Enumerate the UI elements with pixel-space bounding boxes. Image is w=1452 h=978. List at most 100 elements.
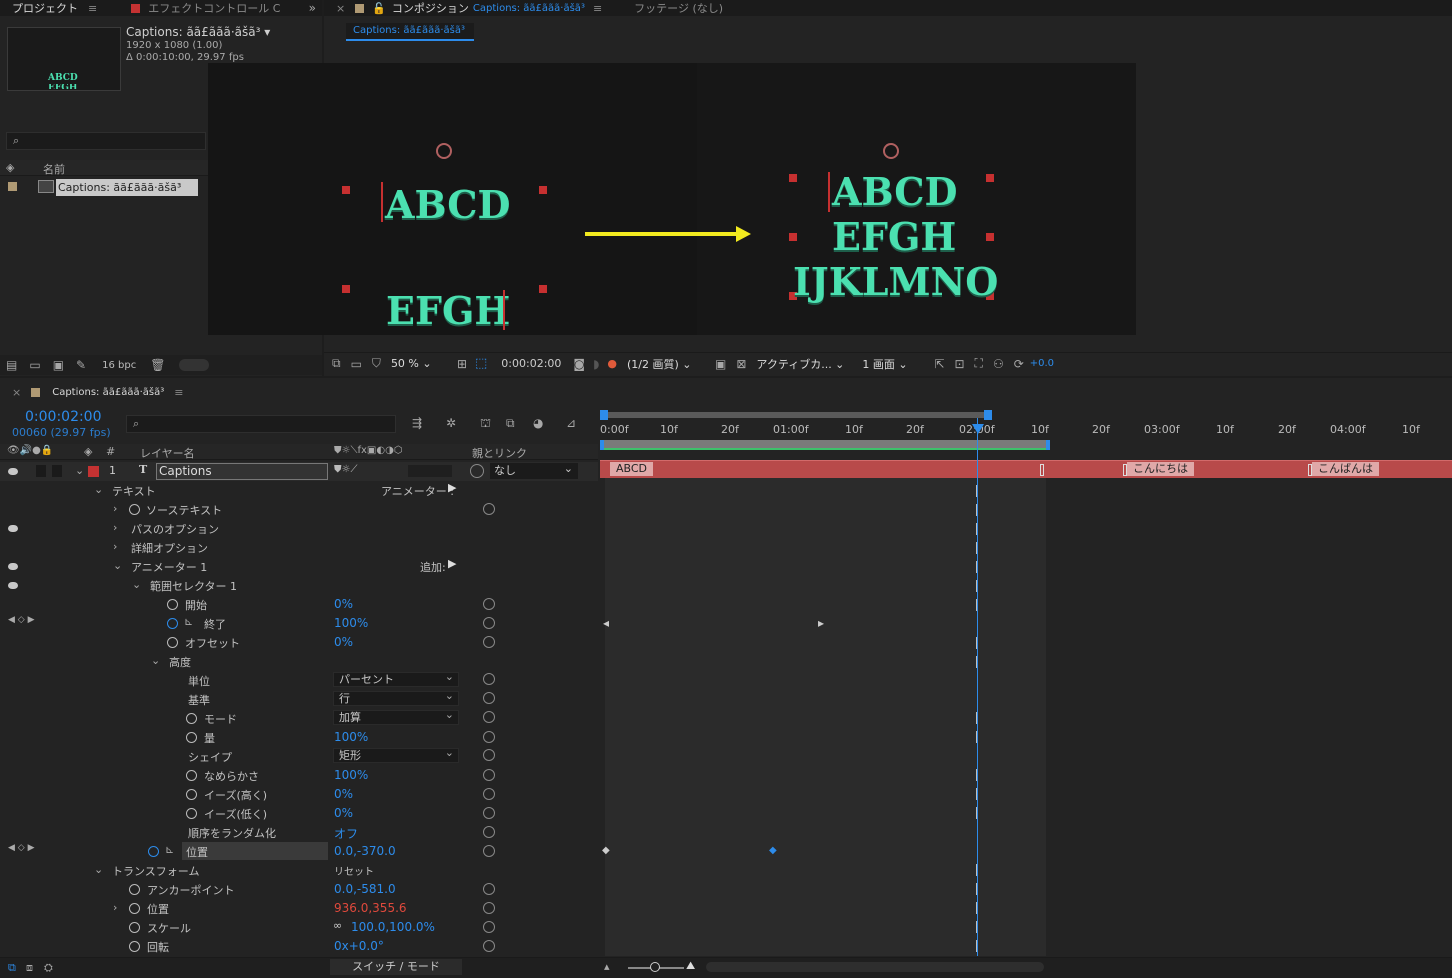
tab-project[interactable]: プロジェクト [12, 0, 78, 16]
stopwatch-icon[interactable] [129, 884, 140, 895]
in-out-toggle-icon[interactable]: ⛭ [44, 961, 53, 975]
clip-marker[interactable] [1040, 464, 1044, 476]
expression-icon[interactable] [483, 749, 495, 761]
prop-more-options[interactable]: 詳細オプション [131, 540, 208, 556]
prop-shape[interactable]: シェイプ [188, 749, 232, 765]
parent-select[interactable]: なし ⌄ [490, 462, 578, 479]
tab-comp-name[interactable]: Captions: ãã£ããã·ãšã³ [473, 3, 585, 14]
keyframe-nav-icon[interactable]: ◀ ◇ ▶ [8, 843, 35, 853]
viewer-timecode[interactable]: 0:00:02:00 [501, 357, 561, 370]
toggle-viewer-lock-icon[interactable]: ⇱ [934, 357, 944, 371]
timeline-tab-label[interactable]: Captions: ãã£ããã·ãšã³ [52, 387, 164, 398]
title-safe-icon[interactable]: ⊞ [457, 357, 467, 371]
clip-marker[interactable] [1308, 464, 1312, 476]
tab-footage[interactable]: フッテージ (なし) [634, 0, 723, 16]
transparency-grid-icon[interactable]: ⊠ [736, 357, 746, 371]
col-name[interactable]: 名前 [43, 161, 65, 177]
caption-line2-after[interactable]: EFGH [832, 218, 956, 256]
expression-icon[interactable] [483, 731, 495, 743]
tab-effect-controls[interactable]: エフェクトコントロール C [148, 0, 280, 16]
prop-advanced[interactable]: 高度 [169, 654, 191, 670]
layer-switch-icons[interactable]: ⛊☼⟋ [334, 464, 357, 475]
trash-icon[interactable]: 🗑 [150, 358, 165, 372]
based-on-select[interactable]: 行 [333, 689, 459, 706]
end-value[interactable]: 100% [334, 616, 368, 630]
expression-icon[interactable] [483, 692, 495, 704]
expression-icon[interactable] [483, 921, 495, 933]
add-menu-icon[interactable]: ▶ [448, 557, 456, 570]
eye-icon[interactable] [8, 525, 18, 532]
graph-icon[interactable]: ⊾ [184, 615, 193, 628]
stopwatch-icon[interactable] [129, 922, 140, 933]
keyframe-in-icon[interactable]: ◂ [603, 616, 609, 630]
camera-select[interactable]: アクティブカ... ⌄ [756, 356, 856, 372]
always-preview-icon[interactable]: ⧉ [332, 356, 341, 371]
reset-link[interactable]: リセット [334, 863, 374, 878]
expression-icon[interactable] [483, 503, 495, 515]
transform-handle[interactable] [342, 285, 350, 293]
expression-icon[interactable] [483, 807, 495, 819]
expression-icon[interactable] [483, 788, 495, 800]
caption-line1-before[interactable]: ABCD [385, 186, 511, 224]
network-icon[interactable]: ⚇ [993, 357, 1004, 371]
switch-mode-toggle[interactable]: スイッチ / モード [330, 959, 462, 975]
tab-composition[interactable]: コンポジション [392, 0, 469, 16]
transfer-controls-icon[interactable]: ⧈ [26, 961, 33, 975]
av-switches-icon[interactable]: 👁🔊●🔒 [7, 445, 53, 456]
stopwatch-icon[interactable] [129, 903, 140, 914]
chevron-down-icon[interactable]: ⌄ [94, 483, 103, 496]
prop-amount[interactable]: 量 [204, 730, 215, 746]
keyframe-out-icon[interactable]: ▸ [818, 616, 824, 630]
position2-value[interactable]: 936.0,355.6 [334, 901, 407, 915]
playhead-icon[interactable] [972, 424, 984, 434]
prop-ease-low[interactable]: イーズ(低く) [204, 806, 267, 822]
amount-value[interactable]: 100% [334, 730, 368, 744]
label-tag-icon[interactable]: ◈ [84, 445, 92, 458]
interpret-footage-icon[interactable]: ▤ [6, 358, 17, 372]
project-search-input[interactable]: ⌕ [6, 132, 206, 150]
shape-select[interactable]: 矩形 [333, 746, 459, 763]
prop-start[interactable]: 開始 [185, 597, 207, 613]
monitor-icon[interactable]: ▭ [351, 357, 362, 371]
stopwatch-icon[interactable] [186, 732, 197, 743]
track-area[interactable]: ABCD こんにちは こんばんは ◂ ▸ ◆ ◆ [600, 460, 1452, 956]
layer-switch-boxes[interactable] [408, 465, 452, 477]
col-number[interactable]: # [106, 445, 115, 458]
layer-switches-toggle-icon[interactable]: ⧉ [8, 961, 16, 975]
close-icon[interactable]: × [12, 386, 21, 399]
stopwatch-icon[interactable] [186, 808, 197, 819]
exposure-value[interactable]: +0.0 [1030, 358, 1054, 369]
expression-icon[interactable] [483, 883, 495, 895]
stopwatch-icon[interactable] [186, 789, 197, 800]
pen-icon[interactable]: ✎ [76, 358, 86, 372]
reset-exposure-icon[interactable]: ⊡ [954, 357, 964, 371]
expression-icon[interactable] [483, 845, 495, 857]
caption-line1-after[interactable]: ABCD [832, 173, 958, 211]
shy-layers-icon[interactable]: ⛫ [480, 416, 491, 432]
chevron-right-icon[interactable]: › [113, 540, 117, 553]
prop-animator1[interactable]: アニメーター 1 [131, 559, 207, 575]
position-value[interactable]: 0.0,-370.0 [334, 844, 396, 858]
expression-icon[interactable] [483, 826, 495, 838]
project-item-name[interactable]: Captions: ãã£ããã·ãšã³ [56, 179, 198, 196]
prop-smoothness[interactable]: なめらかさ [204, 768, 259, 784]
mode-select[interactable]: 加算 [333, 708, 459, 725]
prop-based-on[interactable]: 基準 [188, 692, 210, 708]
transform-handle[interactable] [539, 285, 547, 293]
clip-label[interactable]: ABCD [610, 462, 654, 476]
chevron-down-icon[interactable]: ⌄ [75, 464, 84, 477]
graph-icon[interactable]: ⊾ [165, 843, 174, 856]
zoom-out-icon[interactable]: ▴ [604, 960, 610, 973]
expression-icon[interactable] [483, 940, 495, 952]
show-snapshot-icon[interactable]: ◗ [593, 357, 599, 371]
hamburger-icon[interactable]: ≡ [174, 386, 183, 399]
pick-whip-icon[interactable] [470, 464, 484, 478]
resolution-select[interactable]: (1/2 画質) ⌄ [627, 356, 707, 372]
stopwatch-icon[interactable] [167, 599, 178, 610]
dropdown-arrow-icon[interactable]: ▾ [264, 25, 270, 39]
animator-menu-icon[interactable]: ▶ [448, 481, 456, 494]
prop-units[interactable]: 単位 [188, 673, 210, 689]
comp-info-name[interactable]: Captions: ãã£ããã·ãšã³ ▾ [126, 25, 270, 39]
close-icon[interactable]: × [336, 2, 345, 15]
anchor-point-icon[interactable] [436, 143, 452, 159]
